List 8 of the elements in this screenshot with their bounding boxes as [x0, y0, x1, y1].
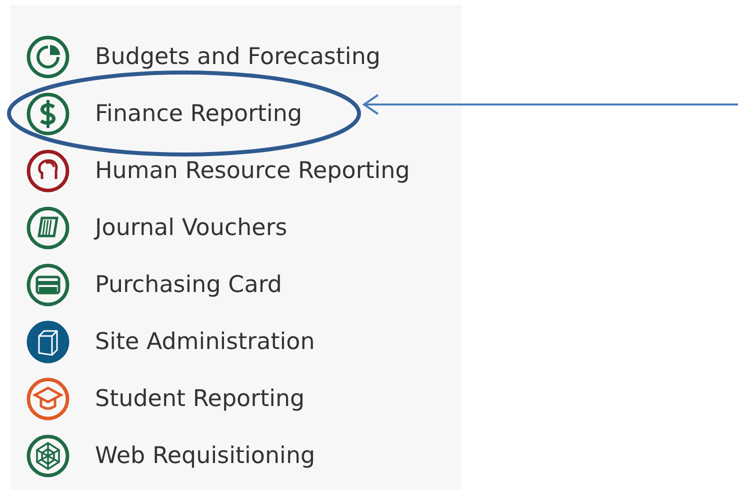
menu-item[interactable]: Student Reporting [95, 386, 305, 412]
menu-item[interactable]: Budgets and Forecasting [95, 44, 380, 70]
menu-item[interactable]: Purchasing Card [95, 272, 282, 298]
menu-item[interactable]: Site Administration [95, 329, 315, 355]
menu-item[interactable]: Finance Reporting [95, 101, 302, 127]
menu-item[interactable]: Web Requisitioning [95, 443, 316, 469]
menu-item[interactable]: Journal Vouchers [95, 215, 288, 241]
menu-item[interactable]: Human Resource Reporting [95, 158, 410, 184]
